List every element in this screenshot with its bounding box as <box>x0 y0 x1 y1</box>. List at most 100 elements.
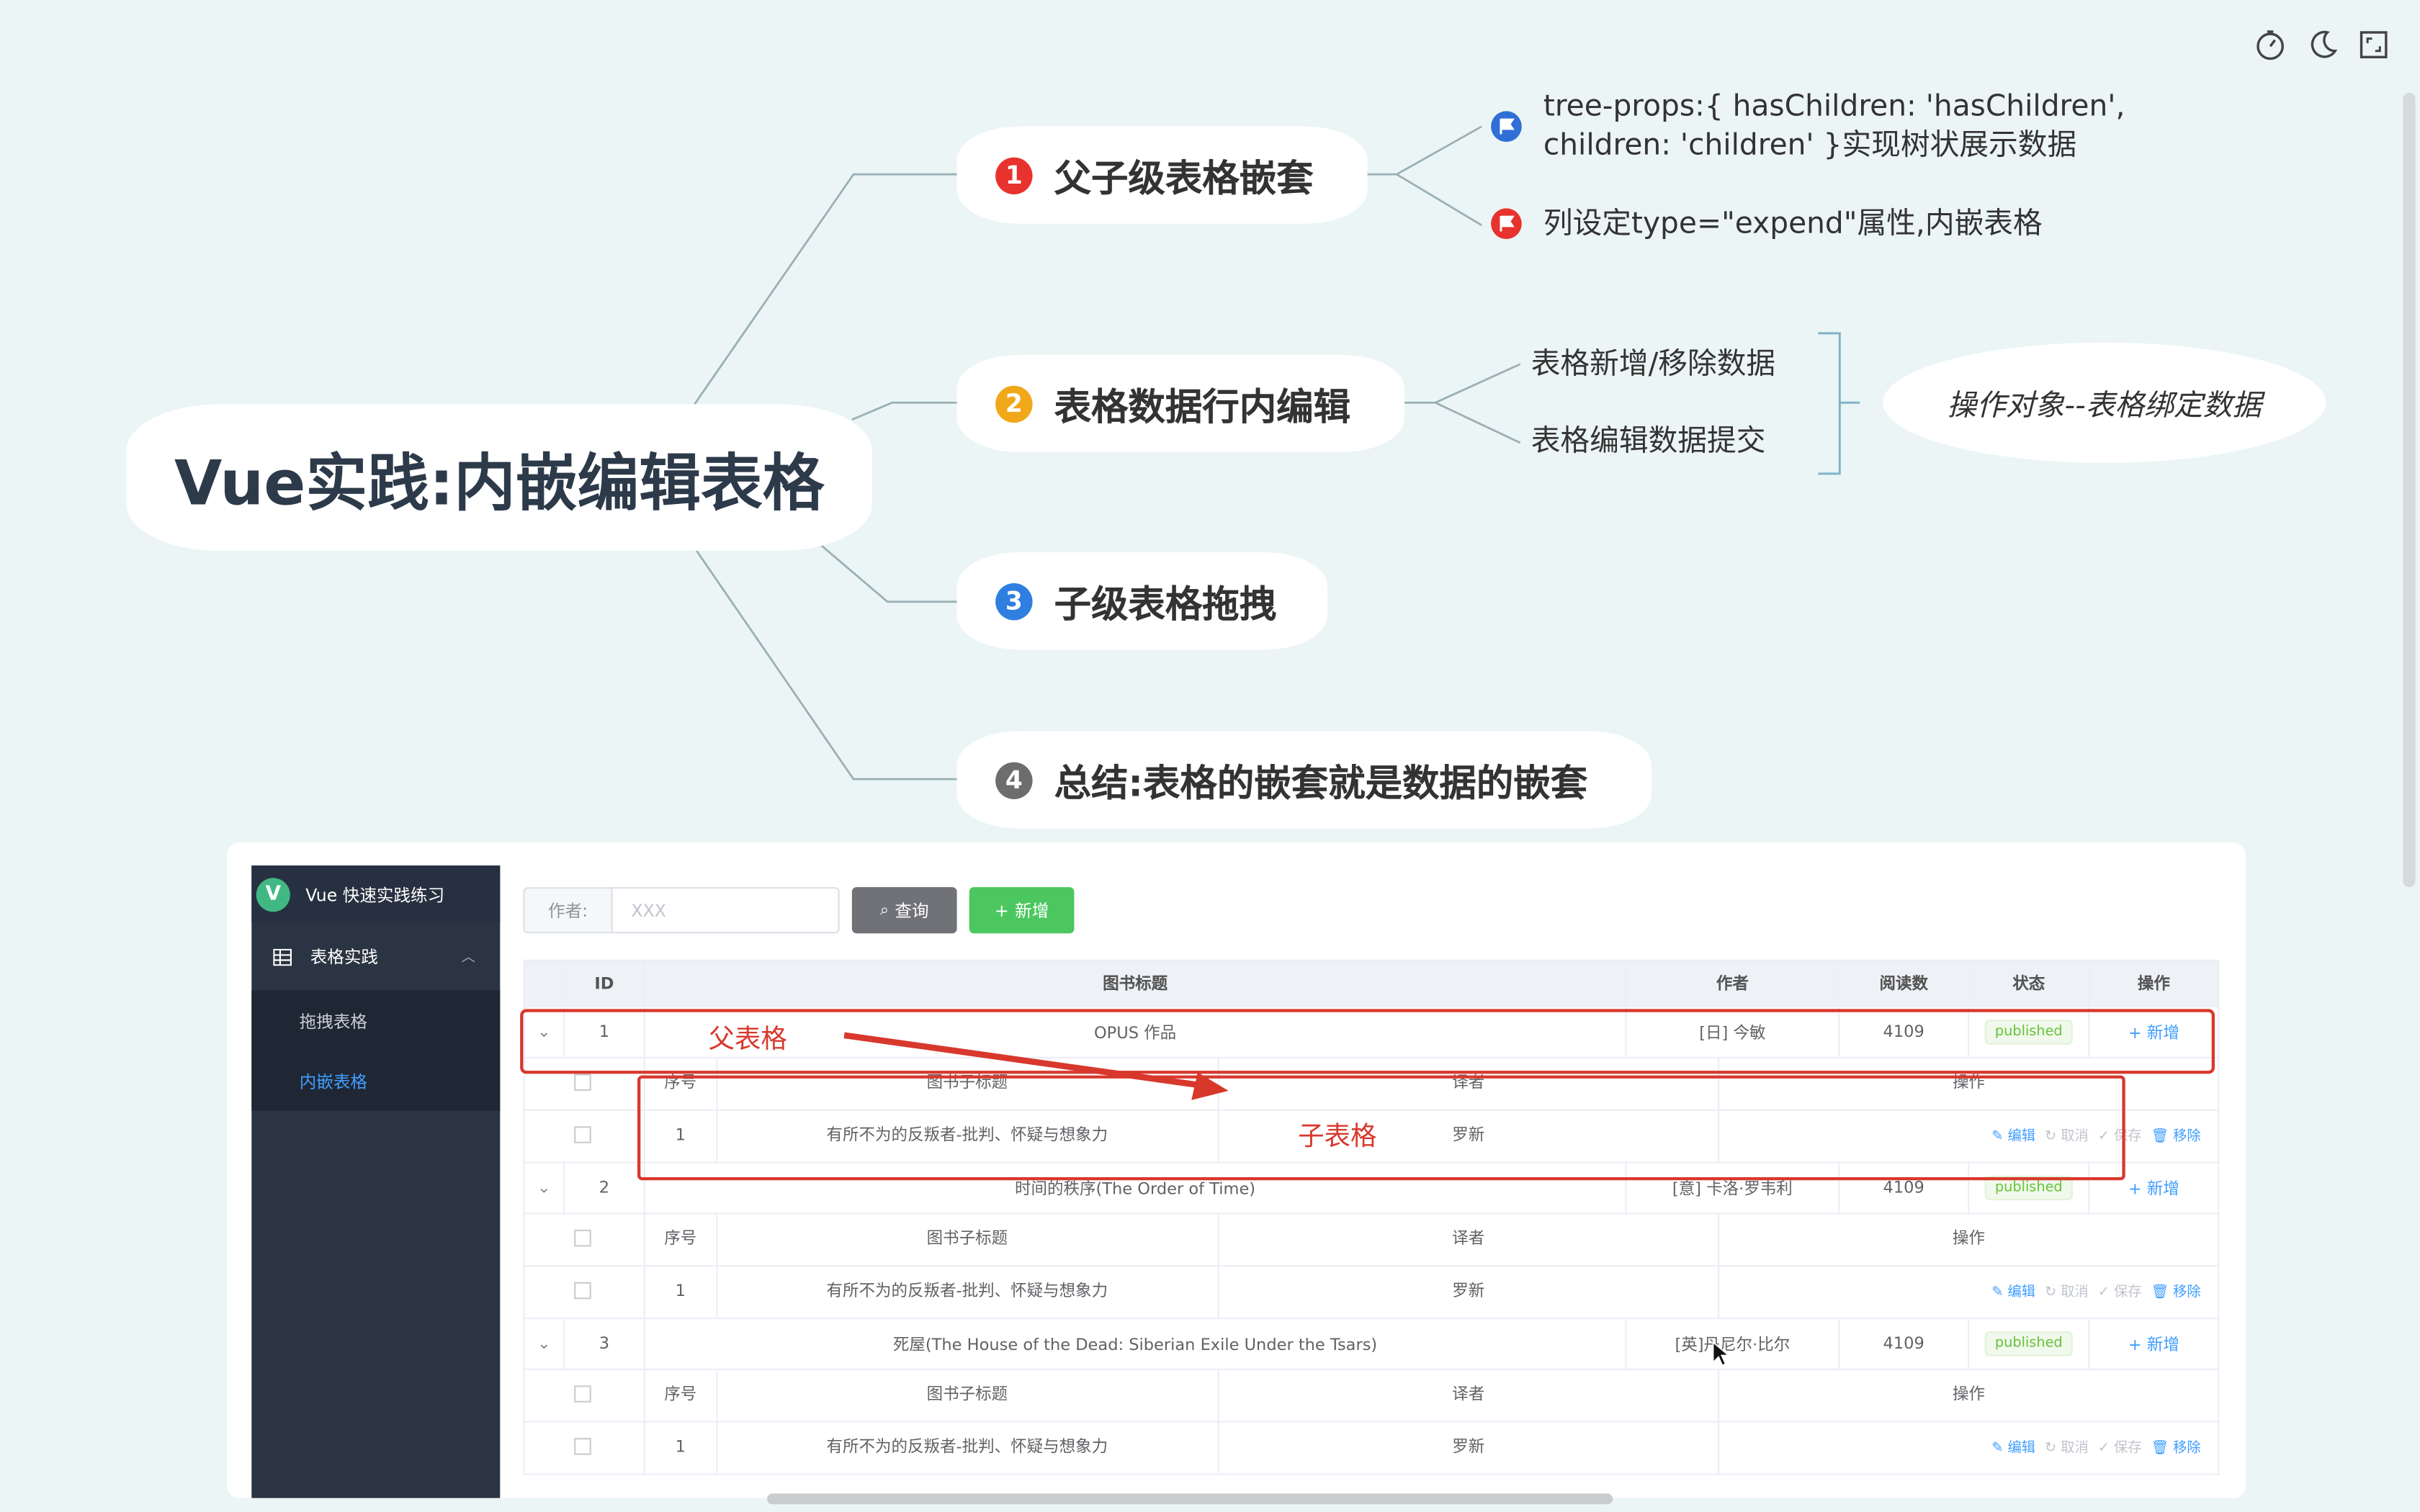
arrow-annotation <box>843 1032 1229 1100</box>
child-header: 操作 <box>1952 1385 1985 1404</box>
summary-text: 操作对象--表格绑定数据 <box>1947 387 2262 423</box>
child-subtitle: 有所不为的反叛者-批判、怀疑与想象力 <box>717 1423 1219 1473</box>
column-header: 阅读数 <box>1838 959 1970 1008</box>
save-label: 保存 <box>2114 1440 2142 1456</box>
row-id: 2 <box>563 1161 645 1215</box>
child-header: 图书子标题 <box>717 1370 1219 1421</box>
child-no: 1 <box>646 1267 718 1317</box>
summary-node[interactable]: 操作对象--表格绑定数据 <box>1883 342 2326 463</box>
remove-button[interactable]: 🗑 移除 <box>2151 1284 2200 1300</box>
column-header: 操作 <box>2088 959 2220 1008</box>
child-no: 1 <box>646 1423 718 1473</box>
checkbox[interactable] <box>523 1368 645 1423</box>
app-screenshot-panel: V Vue 快速实践练习 表格实践 ︿ 拖拽表格 内嵌表格 作者: XXX ⌕ … <box>227 842 2246 1498</box>
search-bar: 作者: XXX ⌕ 查询 + 新增 <box>523 887 1075 934</box>
save-label: 保存 <box>2114 1284 2142 1300</box>
author-input[interactable]: XXX <box>611 887 840 934</box>
table-icon <box>273 948 292 966</box>
branch-label: 总结:表格的嵌套就是数据的嵌套 <box>1054 762 1588 806</box>
child-table-cell: 序号 图书子标题 译者 操作 <box>643 1368 2220 1423</box>
save-button[interactable]: ✓ 保存 <box>2098 1284 2142 1300</box>
chevron-down-icon[interactable]: ⌄ <box>523 1161 565 1215</box>
child-table-cell: 1 有所不为的反叛者-批判、怀疑与想象力 罗新 ✎ 编辑 ↻ 取消 ✓ 保存 🗑 移除 <box>643 1421 2220 1475</box>
plus-icon: + <box>994 900 1009 921</box>
checkbox[interactable] <box>523 1265 645 1320</box>
edit-button[interactable]: ✎ 编辑 <box>1991 1440 2035 1455</box>
main-content: 作者: XXX ⌕ 查询 + 新增 ID 图书标题 作者 阅读数 状态 操作 ⌄ 1 OPUS … <box>520 865 2220 1498</box>
child-row[interactable]: 1 有所不为的反叛者-批判、怀疑与想象力 罗新 ✎ 编辑 ↻ 取消 ✓ 保存 🗑 移除 <box>523 1265 2220 1320</box>
child-table-annotation: 子表格 <box>1298 1121 1377 1153</box>
parent-table-annotation: 父表格 <box>708 1024 787 1056</box>
add-button[interactable]: + 新增 <box>969 887 1075 934</box>
column-header: 图书标题 <box>643 959 1627 1008</box>
mindmap-root-node[interactable]: Vue实践:内嵌编辑表格 <box>126 404 872 551</box>
row-reads: 4109 <box>1838 1317 1970 1370</box>
leaf-add-remove: 表格新增/移除数据 <box>1531 347 1776 382</box>
child-translator: 罗新 <box>1219 1267 1720 1317</box>
child-table-cell: 序号 图书子标题 译者 操作 <box>643 1212 2220 1267</box>
remove-label: 移除 <box>2173 1128 2201 1144</box>
sidebar-item-drag-table[interactable]: 拖拽表格 <box>251 991 500 1051</box>
query-button[interactable]: ⌕ 查询 <box>851 887 957 934</box>
author-label: 作者: <box>523 887 611 934</box>
expand-col-header <box>523 959 565 1008</box>
branch-node-3[interactable]: 3 子级表格拖拽 <box>956 552 1327 650</box>
leaf-tree-props-line2: children: 'children' }实现树状展示数据 <box>1543 127 2077 162</box>
child-header: 操作 <box>1952 1229 1985 1248</box>
status-cell: published <box>1968 1317 2090 1370</box>
badge-3: 3 <box>995 582 1033 620</box>
cancel-button[interactable]: ↻ 取消 <box>2045 1284 2089 1300</box>
edit-label: 编辑 <box>2007 1284 2036 1300</box>
checkbox[interactable] <box>523 1421 645 1475</box>
row-add-label: 新增 <box>2146 1335 2179 1354</box>
child-header-row: 序号 图书子标题 译者 操作 <box>523 1212 2220 1267</box>
vue-logo-icon: V <box>256 877 290 912</box>
status-badge: published <box>1984 1331 2074 1356</box>
table-row[interactable]: ⌄ 3 死屋(The House of the Dead: Siberian Exi… <box>523 1317 2220 1370</box>
child-header: 图书子标题 <box>717 1215 1219 1265</box>
branch-node-4[interactable]: 4 总结:表格的嵌套就是数据的嵌套 <box>956 731 1652 829</box>
column-header: 作者 <box>1625 959 1840 1008</box>
child-row[interactable]: 1 有所不为的反叛者-批判、怀疑与想象力 罗新 ✎ 编辑 ↻ 取消 ✓ 保存 🗑 移除 <box>523 1421 2220 1475</box>
query-label: 查询 <box>895 901 929 922</box>
edit-label: 编辑 <box>2007 1440 2036 1456</box>
chevron-up-icon: ︿ <box>461 950 475 966</box>
remove-button[interactable]: 🗑 移除 <box>2151 1440 2200 1455</box>
mouse-cursor-icon <box>1712 1341 1731 1367</box>
branch-label: 子级表格拖拽 <box>1054 583 1277 626</box>
horizontal-scrollbar[interactable] <box>767 1493 1613 1505</box>
root-title: Vue实践:内嵌编辑表格 <box>174 448 825 520</box>
row-add-label: 新增 <box>2146 1179 2179 1198</box>
column-header: 状态 <box>1968 959 2090 1008</box>
child-ops: ✎ 编辑 ↻ 取消 ✓ 保存 🗑 移除 <box>1720 1267 2218 1317</box>
menu-group-label: 表格实践 <box>310 947 378 968</box>
leaf-tree-props-line1: tree-props:{ hasChildren: 'hasChildren', <box>1543 89 2125 124</box>
save-button[interactable]: ✓ 保存 <box>2098 1440 2142 1455</box>
brand-title: Vue 快速实践练习 <box>305 884 445 905</box>
checkbox[interactable] <box>523 1109 645 1164</box>
checkbox[interactable] <box>523 1212 645 1267</box>
leaf-edit-submit: 表格编辑数据提交 <box>1531 424 1766 459</box>
sidebar-item-nested-table[interactable]: 内嵌表格 <box>251 1050 500 1111</box>
child-header: 序号 <box>646 1370 718 1421</box>
child-header: 序号 <box>646 1215 718 1265</box>
child-header-row: 序号 图书子标题 译者 操作 <box>523 1368 2220 1423</box>
badge-1: 1 <box>995 156 1033 194</box>
branch-node-1[interactable]: 1 父子级表格嵌套 <box>956 126 1368 224</box>
cancel-label: 取消 <box>2061 1284 2089 1300</box>
brand-bar: V Vue 快速实践练习 <box>251 865 501 923</box>
chevron-down-icon[interactable]: ⌄ <box>523 1317 565 1370</box>
child-ops: ✎ 编辑 ↻ 取消 ✓ 保存 🗑 移除 <box>1720 1423 2218 1473</box>
child-table-cell: 1 有所不为的反叛者-批判、怀疑与想象力 罗新 ✎ 编辑 ↻ 取消 ✓ 保存 🗑 移除 <box>643 1265 2220 1320</box>
search-icon: ⌕ <box>879 901 889 919</box>
child-translator: 罗新 <box>1219 1423 1720 1473</box>
remove-button[interactable]: 🗑 移除 <box>2151 1128 2201 1144</box>
sidebar: V Vue 快速实践练习 表格实践 ︿ 拖拽表格 内嵌表格 <box>251 865 501 1498</box>
row-add-link[interactable]: + 新增 <box>2088 1317 2220 1370</box>
edit-button[interactable]: ✎ 编辑 <box>1991 1284 2035 1300</box>
leaf-expend-column: 列设定type="expend"属性,内嵌表格 <box>1543 207 2043 241</box>
remove-label: 移除 <box>2173 1284 2201 1300</box>
menu-group-table-practice[interactable]: 表格实践 ︿ <box>251 922 500 990</box>
cancel-button[interactable]: ↻ 取消 <box>2045 1440 2089 1455</box>
branch-node-2[interactable]: 2 表格数据行内编辑 <box>956 354 1404 452</box>
